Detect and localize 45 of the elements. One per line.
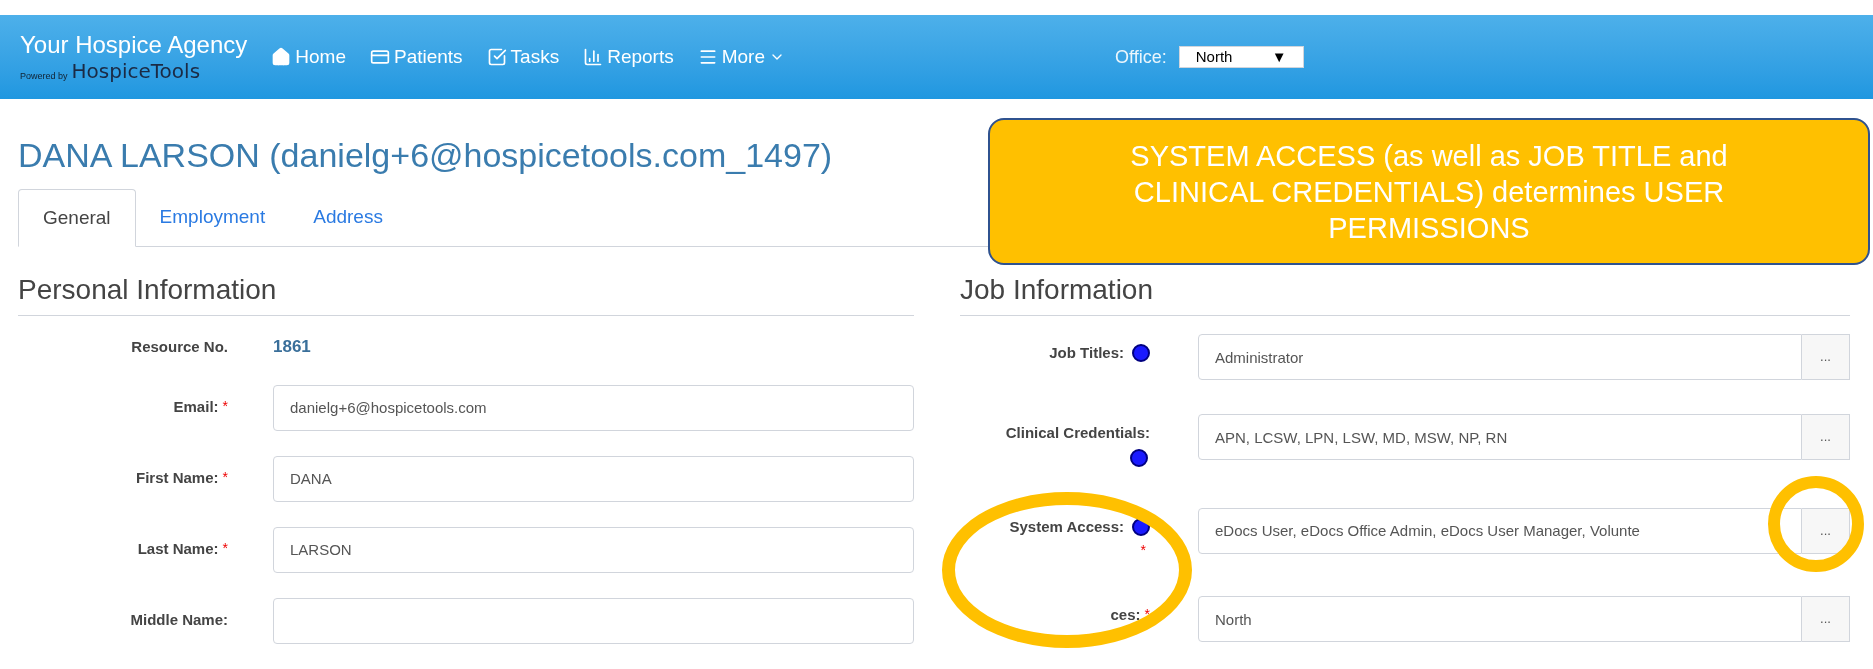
input-field[interactable]: Administrator [1198,334,1802,380]
field-label: ces: [1110,605,1141,625]
field-label: Middle Name: [130,610,228,631]
required-marker: * [222,539,228,559]
office-label: Office: [1115,45,1167,69]
resource-number: 1861 [273,337,311,356]
input-field[interactable]: DANA [273,455,914,502]
tab[interactable]: General [18,189,136,247]
browse-button[interactable]: ... [1802,414,1850,460]
tab[interactable]: Employment [135,189,290,246]
field-label: Resource No. [131,336,228,357]
callout-box: SYSTEM ACCESS (as well as JOB TITLE and CLINICAL CREDENTIALS) determines USER PERMISSIONS [988,118,1870,265]
tab[interactable]: Address [289,189,407,246]
office-select[interactable]: North ▼ [1178,46,1304,68]
input-field[interactable]: APN, LCSW, LPN, LSW, MD, MSW, NP, RN [1198,414,1802,460]
page-title: DANA LARSON (danielg+6@hospicetools.com_1497) [18,135,833,175]
help-icon[interactable] [1132,344,1150,363]
section-title: Job Information [960,269,1850,316]
field-label: Last Name: [137,539,219,560]
input-field[interactable] [273,597,914,644]
checkbox-icon [486,47,507,67]
input-field[interactable]: eDocs User, eDocs Office Admin, eDocs User Manager, Volunte [1198,507,1802,554]
help-icon[interactable] [1130,448,1148,467]
required-marker: * [1140,542,1146,558]
field-label: Job Titles: [1049,343,1124,363]
browse-button[interactable]: ... [1802,507,1850,554]
browse-button[interactable]: ... [1802,334,1850,380]
field-label: Clinical Credentials: [1005,423,1150,443]
required-marker: * [222,397,228,417]
section-title: Personal Information [18,269,914,316]
logo-text: HospiceTools [71,59,201,83]
input-field[interactable]: LARSON [273,526,914,573]
input-field[interactable]: danielg+6@hospicetools.com [273,384,914,431]
required-marker: * [222,468,228,488]
bar-chart-icon [583,47,604,67]
field-label: First Name: [136,468,219,489]
field-label: System Access: [1009,516,1124,537]
browse-button[interactable]: ... [1802,596,1850,642]
input-field[interactable]: North [1198,596,1802,642]
field-label: Email: [173,397,219,418]
required-marker: * [1144,605,1150,624]
card-icon [369,47,390,67]
powered-by-text: Powered by [20,69,68,83]
home-icon [271,47,292,67]
brand-title: Your Hospice Agency [20,31,248,59]
